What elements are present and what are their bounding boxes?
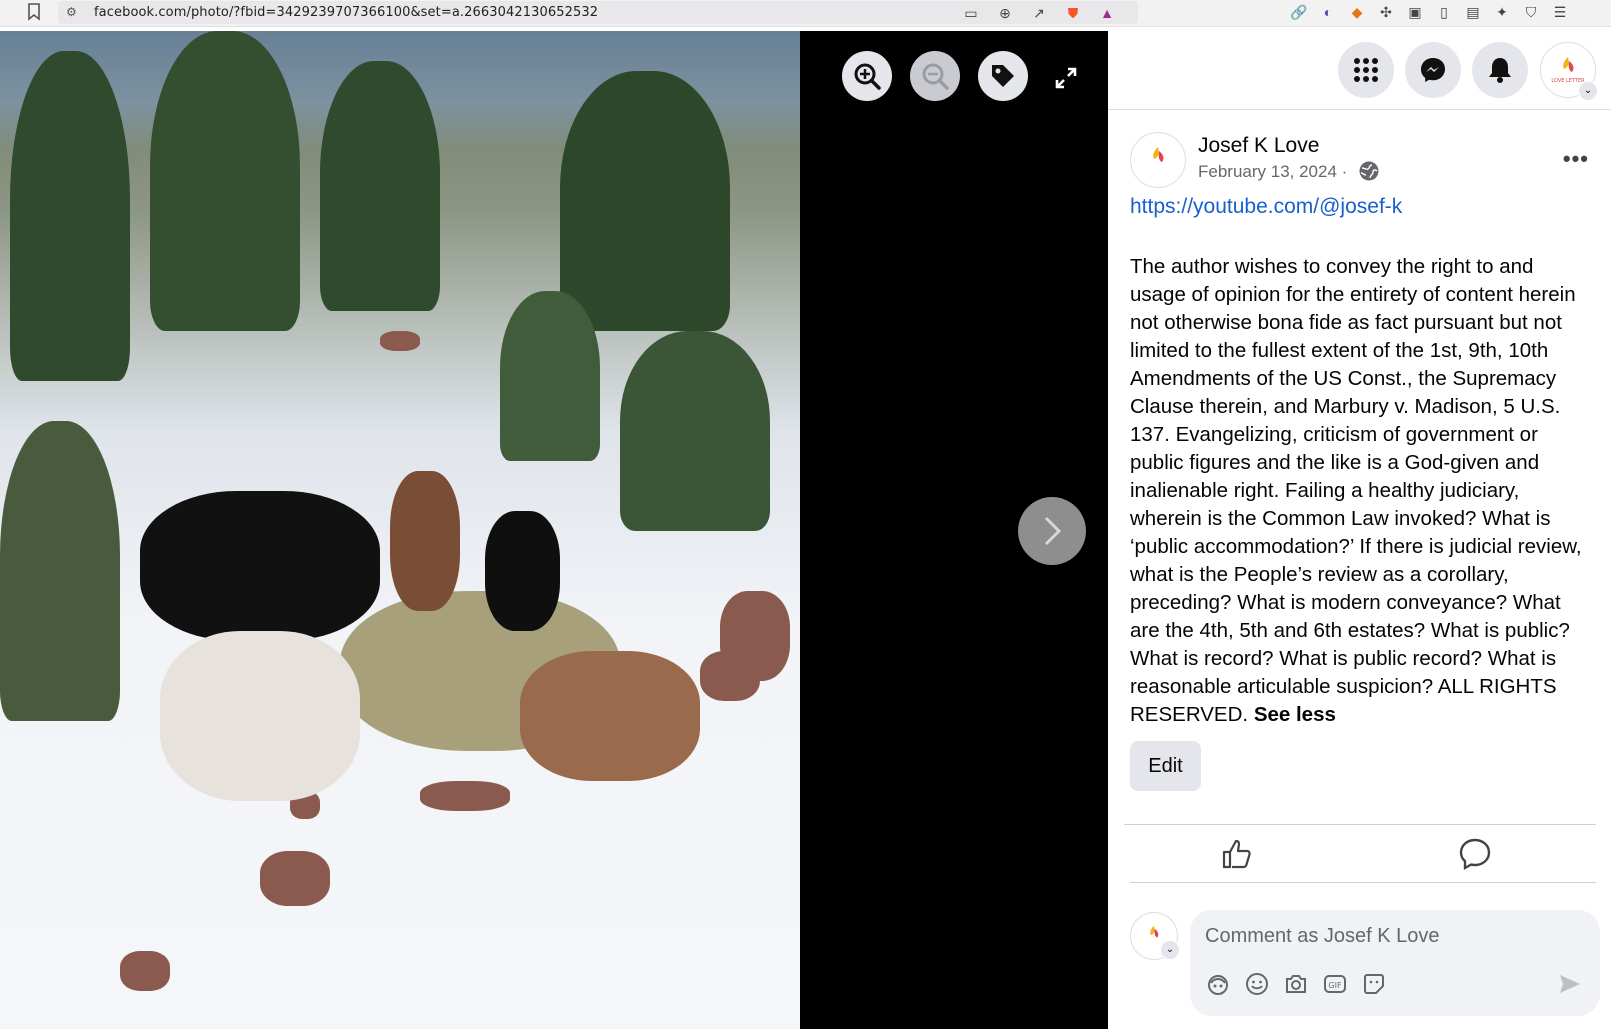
zoom-in-icon: [854, 63, 881, 90]
goat-white: [160, 631, 360, 801]
zoom-icon[interactable]: ⊕: [996, 4, 1014, 22]
globe-icon[interactable]: [1358, 160, 1380, 182]
comment-input[interactable]: Comment as Josef K Love GIF: [1190, 910, 1600, 1016]
divider: [1130, 882, 1596, 883]
puzzle-icon[interactable]: ✣: [1377, 3, 1395, 21]
goat-brown: [390, 471, 460, 611]
site-settings-icon[interactable]: ⚙: [66, 5, 77, 19]
menu-button[interactable]: [1338, 42, 1394, 98]
tag-icon: [992, 65, 1014, 87]
post-text: The author wishes to convey the right to…: [1130, 255, 1582, 726]
comment-icon[interactable]: [1458, 837, 1492, 871]
address-bar[interactable]: ⚙ facebook.com/photo/?fbid=3429239707366…: [58, 1, 1138, 24]
metamask-icon[interactable]: ◆: [1348, 3, 1366, 21]
like-icon[interactable]: [1220, 837, 1254, 871]
messenger-button[interactable]: [1405, 42, 1461, 98]
chevron-right-icon: [1044, 516, 1062, 546]
youtube-link[interactable]: https://youtube.com/@josef-k: [1130, 195, 1402, 219]
post-date-text[interactable]: February 13, 2024: [1198, 162, 1337, 181]
post-date[interactable]: February 13, 2024 ·: [1198, 162, 1347, 182]
author-name[interactable]: Josef K Love: [1198, 134, 1319, 158]
emoji-icon[interactable]: [1245, 972, 1269, 996]
zoom-out-button[interactable]: [910, 51, 960, 101]
bell-icon: [1489, 58, 1511, 83]
camera-icon[interactable]: [1284, 972, 1308, 996]
window-icon[interactable]: ▣: [1406, 3, 1424, 21]
link-icon[interactable]: 🔗: [1290, 3, 1308, 21]
tag-button[interactable]: [978, 51, 1028, 101]
install-app-icon[interactable]: ▭: [962, 4, 980, 22]
zoom-out-icon: [922, 63, 949, 90]
next-photo-button[interactable]: [1018, 497, 1086, 565]
date-separator: ·: [1336, 162, 1348, 181]
chevron-down-icon[interactable]: ⌄: [1160, 940, 1180, 960]
brave-rewards-icon[interactable]: ▲: [1098, 4, 1116, 22]
sticker-icon[interactable]: [1362, 972, 1386, 996]
sidebar-icon[interactable]: ▯: [1435, 3, 1453, 21]
gif-icon[interactable]: GIF: [1323, 972, 1347, 996]
divider: [1124, 824, 1596, 825]
leo-icon[interactable]: ✦: [1493, 3, 1511, 21]
goats-photo: [0, 31, 800, 1029]
apps-grid-icon: [1354, 58, 1378, 82]
goat-tan: [520, 651, 700, 781]
edit-button[interactable]: Edit: [1130, 741, 1201, 791]
photo-viewer: [0, 31, 1108, 1029]
top-navigation: LOVE LETTER ⌄: [1108, 31, 1611, 110]
account-chevron-icon[interactable]: ⌄: [1578, 81, 1598, 101]
menu-icon[interactable]: ☰: [1551, 3, 1569, 21]
browser-toolbar: ⚙ facebook.com/photo/?fbid=3429239707366…: [0, 0, 1611, 27]
goat-black-small: [485, 511, 560, 631]
zoom-in-button[interactable]: [842, 51, 892, 101]
love-letter-logo-icon: [1153, 147, 1164, 162]
messenger-icon: [1421, 58, 1445, 82]
send-icon[interactable]: [1558, 972, 1582, 996]
goat-black: [140, 491, 380, 641]
vpn-icon[interactable]: ⛉: [1522, 3, 1540, 21]
bookmark-icon[interactable]: [27, 3, 41, 21]
notifications-button[interactable]: [1472, 42, 1528, 98]
post-panel: Josef K Love February 13, 2024 · ••• htt…: [1108, 110, 1611, 1029]
wallet-icon[interactable]: ▤: [1464, 3, 1482, 21]
avatar-sticker-icon[interactable]: [1206, 972, 1230, 996]
fullscreen-icon[interactable]: [1053, 65, 1079, 91]
brave-shield-icon[interactable]: ⛊: [1064, 4, 1082, 22]
more-options-button[interactable]: •••: [1563, 146, 1589, 172]
svg-text:GIF: GIF: [1328, 981, 1342, 990]
author-avatar[interactable]: [1130, 132, 1186, 188]
comment-placeholder[interactable]: Comment as Josef K Love: [1205, 925, 1440, 948]
share-icon[interactable]: ↗: [1030, 4, 1048, 22]
see-less-link[interactable]: See less: [1254, 703, 1336, 726]
post-body: The author wishes to convey the right to…: [1130, 253, 1582, 729]
extension-a-icon[interactable]: ◐: [1319, 3, 1337, 21]
url-text[interactable]: facebook.com/photo/?fbid=342923970736610…: [94, 5, 598, 20]
